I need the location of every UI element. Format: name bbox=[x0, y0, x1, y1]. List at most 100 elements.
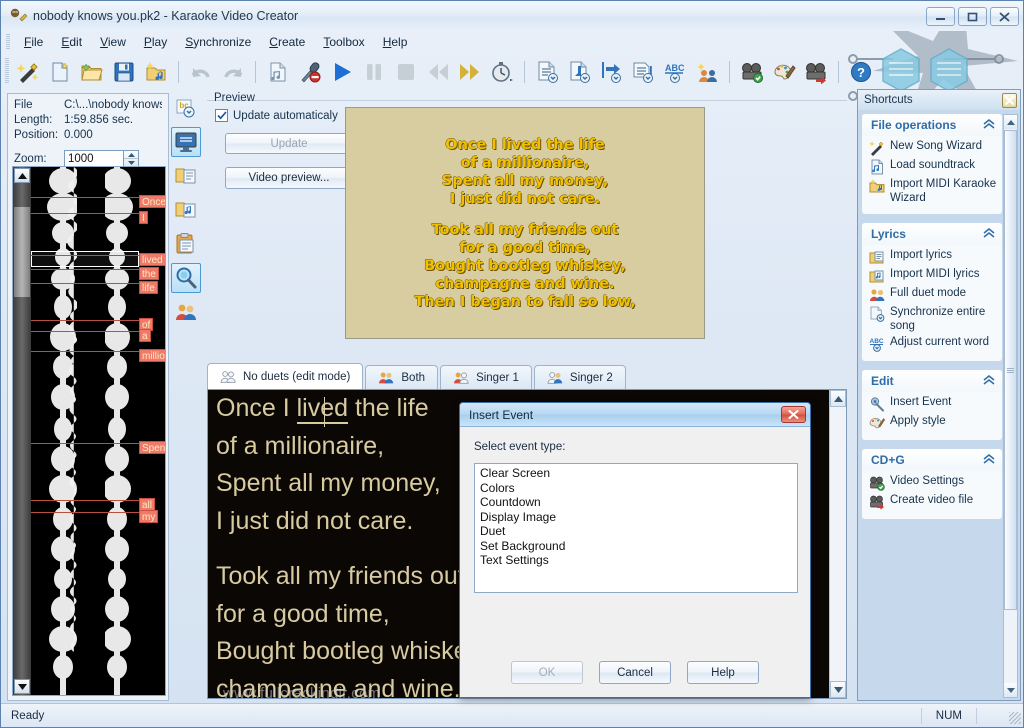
fast-forward-icon[interactable] bbox=[455, 57, 485, 87]
shortcuts-scroll-down[interactable] bbox=[1004, 683, 1017, 697]
zoom-stepper-up[interactable] bbox=[124, 151, 138, 159]
waveform-marker-line[interactable] bbox=[31, 283, 143, 284]
lyrics-scroll-up[interactable] bbox=[830, 390, 846, 407]
waveform-marker-line[interactable] bbox=[31, 351, 143, 352]
shortcut-item[interactable]: Import MIDI lyrics bbox=[869, 267, 998, 284]
abc-timing-icon[interactable]: bc bbox=[171, 93, 201, 123]
menu-toolbox[interactable]: Toolbox bbox=[314, 33, 373, 51]
shortcut-item[interactable]: Apply style bbox=[869, 414, 998, 431]
shortcut-item[interactable]: Full duet mode bbox=[869, 286, 998, 303]
shortcuts-group-header[interactable]: File operations bbox=[862, 114, 1002, 136]
update-automatically-row[interactable]: Update automaticaly bbox=[215, 109, 338, 122]
load-soundtrack-icon[interactable] bbox=[263, 57, 293, 87]
close-button[interactable] bbox=[990, 7, 1019, 26]
shortcut-item[interactable]: Import lyrics bbox=[869, 248, 998, 265]
waveform-marker-line[interactable] bbox=[31, 331, 143, 332]
duet-singers-icon[interactable] bbox=[171, 297, 201, 327]
event-type-option[interactable]: Text Settings bbox=[477, 553, 797, 568]
zoom-stepper-down[interactable] bbox=[124, 159, 138, 166]
event-type-option[interactable]: Duet bbox=[477, 524, 797, 539]
import-midi-wizard-icon[interactable] bbox=[141, 57, 171, 87]
shortcuts-group-header[interactable]: Lyrics bbox=[862, 223, 1002, 245]
event-type-option[interactable]: Countdown bbox=[477, 495, 797, 510]
import-midi-folder-icon[interactable] bbox=[171, 195, 201, 225]
waveform-marker-line[interactable] bbox=[31, 269, 143, 270]
event-type-list[interactable]: Clear Screen Colors Countdown Display Image… bbox=[474, 463, 798, 593]
lyrics-editor-scrollbar[interactable] bbox=[829, 390, 846, 698]
waveform-marker-line[interactable] bbox=[31, 512, 143, 513]
shortcut-item[interactable]: Video Settings bbox=[869, 474, 998, 491]
menu-play[interactable]: Play bbox=[135, 33, 176, 51]
new-song-wizard-icon[interactable] bbox=[13, 57, 43, 87]
current-word[interactable]: lived bbox=[296, 394, 349, 427]
waveform-marker-line[interactable] bbox=[31, 197, 143, 198]
waveform-word-label[interactable]: a bbox=[139, 329, 151, 342]
open-folder-icon[interactable] bbox=[77, 57, 107, 87]
record-mic-icon[interactable] bbox=[295, 57, 325, 87]
menu-create[interactable]: Create bbox=[260, 33, 314, 51]
waveform-scrollbar[interactable] bbox=[13, 167, 31, 695]
menu-synchronize[interactable]: Synchronize bbox=[176, 33, 260, 51]
waveform-panel[interactable]: OnceIlivedthelifeofamillionaSpentallmy bbox=[12, 166, 166, 696]
video-settings-icon[interactable] bbox=[737, 57, 767, 87]
waveform-word-label[interactable]: Once bbox=[139, 195, 165, 208]
shortcut-item[interactable]: Create video file bbox=[869, 493, 998, 510]
video-preview-button[interactable]: Video preview... bbox=[225, 167, 353, 189]
import-lyrics-icon[interactable] bbox=[532, 57, 562, 87]
pause-icon[interactable] bbox=[359, 57, 389, 87]
shortcut-item[interactable]: New Song Wizard bbox=[869, 139, 998, 156]
lyrics-scroll-down[interactable] bbox=[830, 681, 846, 698]
shortcut-item[interactable]: Insert Event bbox=[869, 395, 998, 412]
waveform-word-label[interactable]: Spent bbox=[139, 441, 165, 454]
apply-style-icon[interactable] bbox=[769, 57, 799, 87]
tab-singer-1[interactable]: Singer 1 bbox=[440, 365, 532, 389]
update-automatically-checkbox[interactable] bbox=[215, 109, 228, 122]
waveform-marker-line[interactable] bbox=[31, 320, 143, 321]
stop-icon[interactable] bbox=[391, 57, 421, 87]
shortcuts-group-header[interactable]: CD+G bbox=[862, 449, 1002, 471]
save-disk-icon[interactable] bbox=[109, 57, 139, 87]
import-midi-lyrics-icon[interactable] bbox=[564, 57, 594, 87]
waveform-marker-line[interactable] bbox=[31, 500, 143, 501]
shortcuts-close-button[interactable] bbox=[1002, 92, 1017, 108]
event-type-option[interactable]: Clear Screen bbox=[477, 466, 797, 481]
shortcuts-scroll-up[interactable] bbox=[1004, 115, 1017, 129]
waveform-word-label[interactable]: life bbox=[139, 281, 158, 294]
waveform-word-label[interactable]: the bbox=[139, 267, 159, 280]
menu-view[interactable]: View bbox=[91, 33, 135, 51]
chevron-up-icon[interactable] bbox=[983, 118, 995, 132]
shortcut-item[interactable]: Synchronize entire song bbox=[869, 305, 998, 333]
rewind-icon[interactable] bbox=[423, 57, 453, 87]
menu-edit[interactable]: Edit bbox=[52, 33, 91, 51]
full-duet-mode-icon[interactable] bbox=[692, 57, 722, 87]
clipboard-paste-icon[interactable] bbox=[171, 229, 201, 259]
adjust-current-word-icon[interactable]: ABC bbox=[660, 57, 690, 87]
zoom-input[interactable] bbox=[64, 150, 124, 167]
sync-lines-icon[interactable] bbox=[628, 57, 658, 87]
ok-button[interactable]: OK bbox=[511, 661, 583, 684]
maximize-button[interactable] bbox=[958, 7, 987, 26]
undo-icon[interactable] bbox=[186, 57, 216, 87]
chevron-up-icon[interactable] bbox=[983, 453, 995, 467]
waveform-marker-line[interactable] bbox=[31, 443, 143, 444]
play-icon[interactable] bbox=[327, 57, 357, 87]
resize-grip[interactable] bbox=[1009, 712, 1021, 724]
waveform-word-label[interactable]: I bbox=[139, 211, 148, 224]
event-type-option[interactable]: Set Background bbox=[477, 539, 797, 554]
waveform-selection[interactable] bbox=[31, 251, 139, 267]
tab-no-duets[interactable]: No duets (edit mode) bbox=[207, 363, 364, 389]
shortcut-item[interactable]: Import MIDI Karaoke Wizard bbox=[869, 177, 998, 205]
menu-help[interactable]: Help bbox=[374, 33, 417, 51]
menu-file[interactable]: File bbox=[15, 33, 52, 51]
zoom-stepper[interactable] bbox=[124, 150, 139, 167]
waveform-scroll-up[interactable] bbox=[14, 168, 30, 183]
waveform-canvas[interactable]: OnceIlivedthelifeofamillionaSpentallmy bbox=[31, 167, 165, 695]
help-icon[interactable]: ? bbox=[846, 57, 876, 87]
shortcuts-scroll-thumb[interactable] bbox=[1004, 130, 1017, 610]
cancel-button[interactable]: Cancel bbox=[599, 661, 671, 684]
minimize-button[interactable] bbox=[926, 7, 955, 26]
waveform-scroll-down[interactable] bbox=[14, 679, 30, 694]
chevron-up-icon[interactable] bbox=[983, 374, 995, 388]
import-lyrics-folder-icon[interactable] bbox=[171, 161, 201, 191]
chevron-up-icon[interactable] bbox=[983, 227, 995, 241]
